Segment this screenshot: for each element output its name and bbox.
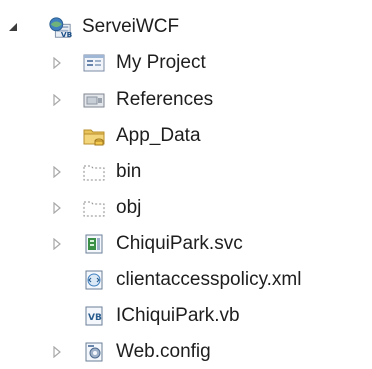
collapsed-triangle-icon[interactable] <box>50 201 64 215</box>
references-icon <box>82 88 106 112</box>
tree-node-label: obj <box>116 197 142 218</box>
tree-node-label: ServeiWCF <box>82 16 180 37</box>
tree-node-chiquipark-svc[interactable]: ChiquiPark.svc <box>50 227 243 261</box>
tree-node-obj[interactable]: obj <box>50 191 141 225</box>
collapsed-triangle-icon[interactable] <box>50 93 64 107</box>
tree-node-my-project[interactable]: My Project <box>50 46 206 80</box>
tree-node-app-data[interactable]: App_Data <box>50 119 201 153</box>
folder-dotted-icon <box>82 160 106 184</box>
config-file-icon <box>82 340 106 364</box>
collapsed-triangle-icon[interactable] <box>50 56 64 70</box>
tree-node-clientaccesspolicy-xml[interactable]: clientaccesspolicy.xml <box>50 263 301 297</box>
vb-file-icon: VB <box>82 304 106 328</box>
collapsed-triangle-icon[interactable] <box>50 165 64 179</box>
my-project-properties-icon <box>82 51 106 75</box>
no-expander-spacer <box>50 129 64 143</box>
tree-node-serveiwcf[interactable]: VB ServeiWCF <box>6 10 179 44</box>
app-data-folder-icon <box>82 124 106 148</box>
tree-node-label: clientaccesspolicy.xml <box>116 269 302 290</box>
tree-node-references[interactable]: References <box>50 83 213 117</box>
collapsed-triangle-icon[interactable] <box>50 345 64 359</box>
tree-node-ichiquipark-vb[interactable]: VB IChiquiPark.vb <box>50 299 240 333</box>
svg-text:VB: VB <box>88 313 102 323</box>
expanded-triangle-icon[interactable] <box>6 20 20 34</box>
solution-explorer-tree: VB ServeiWCF My Project References App_D… <box>0 0 372 367</box>
no-expander-spacer <box>50 309 64 323</box>
tree-node-label: ChiquiPark.svc <box>116 233 243 254</box>
tree-node-label: References <box>116 89 214 110</box>
tree-node-label: My Project <box>116 52 206 73</box>
tree-node-web-config[interactable]: Web.config <box>50 335 211 369</box>
tree-node-bin[interactable]: bin <box>50 155 141 189</box>
xml-file-icon <box>82 268 106 292</box>
svc-file-icon <box>82 232 106 256</box>
svg-text:VB: VB <box>61 30 72 39</box>
folder-dotted-icon <box>82 196 106 220</box>
web-project-globe-icon: VB <box>48 15 72 39</box>
no-expander-spacer <box>50 273 64 287</box>
collapsed-triangle-icon[interactable] <box>50 237 64 251</box>
tree-node-label: bin <box>116 161 142 182</box>
tree-node-label: IChiquiPark.vb <box>116 305 240 326</box>
tree-node-label: App_Data <box>116 125 201 146</box>
tree-node-label: Web.config <box>116 341 211 362</box>
